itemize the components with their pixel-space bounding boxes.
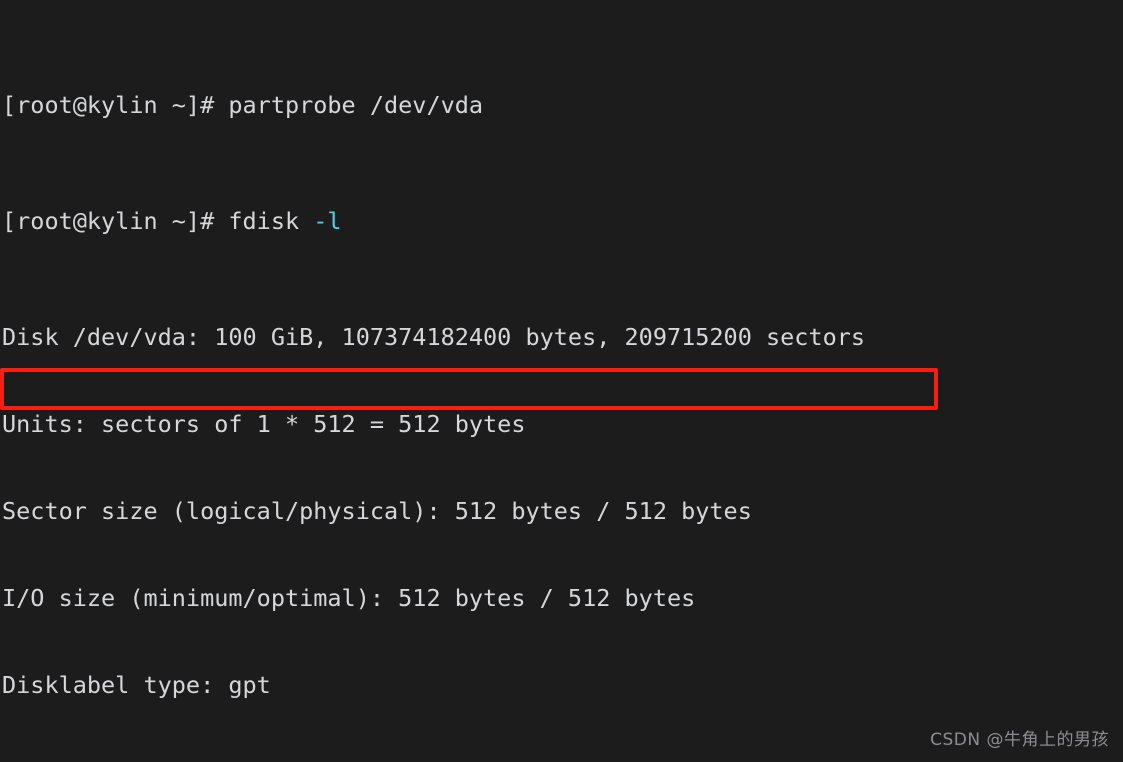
- fdisk-command-text: [root@kylin ~]# fdisk: [2, 207, 314, 235]
- terminal-line-vda-disk-identifier: Disk identifier: EB6FBF43-837C-4312-AD79…: [0, 758, 1123, 762]
- terminal-line-vda-disk-summary: Disk /dev/vda: 100 GiB, 107374182400 byt…: [2, 323, 866, 351]
- fdisk-flag-l: -l: [313, 207, 342, 235]
- terminal-line-vda-sector-size: Sector size (logical/physical): 512 byte…: [2, 497, 752, 525]
- terminal-line-command-fdisk: [root@kylin ~]# fdisk -l: [0, 207, 1123, 236]
- terminal-line-vda-disklabel-type: Disklabel type: gpt: [2, 671, 271, 699]
- terminal-line-vda-units: Units: sectors of 1 * 512 = 512 bytes: [2, 410, 526, 438]
- terminal-line-command-partprobe: [root@kylin ~]# partprobe /dev/vda: [2, 91, 484, 119]
- terminal-screen: [root@kylin ~]# partprobe /dev/vda [root…: [0, 4, 1123, 762]
- csdn-watermark: CSDN @牛角上的男孩: [930, 730, 1109, 750]
- terminal-line-vda-io-size: I/O size (minimum/optimal): 512 bytes / …: [2, 584, 696, 612]
- terminal-window[interactable]: [root@kylin ~]# partprobe /dev/vda [root…: [0, 0, 1123, 762]
